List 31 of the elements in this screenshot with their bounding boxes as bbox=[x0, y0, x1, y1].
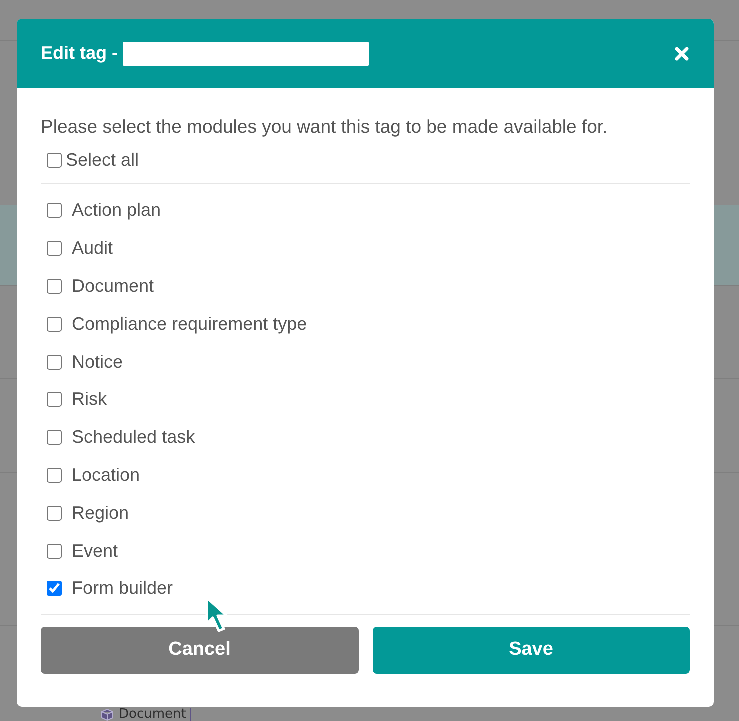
checkbox-label: Scheduled task bbox=[72, 427, 196, 448]
checkbox-label: Document bbox=[72, 276, 154, 297]
checkbox-label: Location bbox=[72, 464, 140, 486]
checkbox-label: Compliance requirement type bbox=[72, 314, 308, 335]
module-checkbox[interactable] bbox=[47, 316, 62, 332]
module-checkbox[interactable] bbox=[47, 203, 62, 218]
instruction-text: Please select the modules you want this tag to be made available for. bbox=[41, 116, 609, 138]
module-checkbox[interactable] bbox=[47, 354, 62, 370]
module-checkbox[interactable] bbox=[47, 241, 62, 256]
select-all-checkbox[interactable] bbox=[47, 153, 62, 168]
module-checkbox[interactable] bbox=[47, 278, 62, 294]
module-checkbox[interactable] bbox=[47, 544, 62, 559]
module-checkbox[interactable] bbox=[47, 468, 62, 483]
module-checkbox[interactable] bbox=[47, 581, 62, 596]
module-checkbox[interactable] bbox=[47, 430, 62, 446]
checkbox-label: Risk bbox=[72, 389, 107, 410]
cancel-button[interactable]: Cancel bbox=[41, 626, 358, 674]
checkbox-label: Select all bbox=[66, 150, 140, 171]
close-icon[interactable] bbox=[675, 46, 689, 60]
checkbox-label: Notice bbox=[72, 352, 124, 373]
module-checkbox[interactable] bbox=[47, 506, 62, 521]
checkbox-label: Event bbox=[72, 540, 118, 562]
save-button[interactable]: Save bbox=[372, 626, 690, 674]
dialog-title: Edit tag - bbox=[41, 43, 118, 64]
cube-icon bbox=[101, 708, 114, 720]
checkbox-label: Region bbox=[72, 502, 130, 524]
module-checkbox[interactable] bbox=[47, 392, 62, 408]
checkbox-label: Form builder bbox=[72, 578, 174, 600]
checkbox-label: Audit bbox=[72, 238, 114, 260]
checkbox-label: Action plan bbox=[72, 200, 162, 222]
module-label: Document bbox=[119, 708, 186, 721]
